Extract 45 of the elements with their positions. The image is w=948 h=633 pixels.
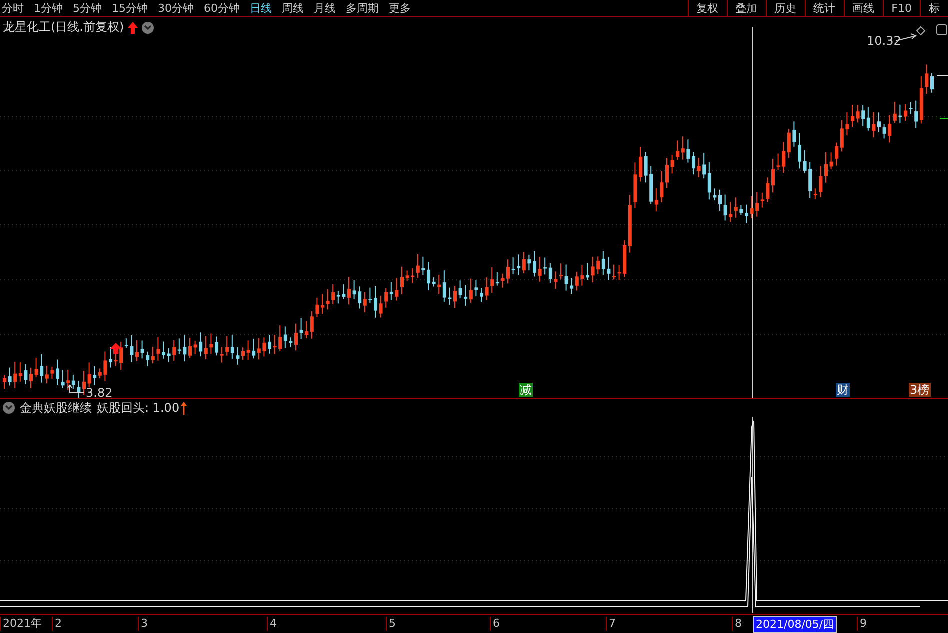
panel-toggle-icon[interactable] [936, 24, 948, 36]
period-tab[interactable]: 更多 [389, 0, 411, 16]
up-arrow-icon [110, 343, 122, 354]
axis-label: 9 [857, 617, 867, 631]
event-marker[interactable]: 减 [519, 383, 533, 397]
toolbar-button[interactable]: 统计 [804, 0, 844, 16]
event-marker[interactable]: 财 [836, 383, 850, 397]
period-tab[interactable]: 60分钟 [204, 0, 240, 16]
toolbar-button[interactable]: 画线 [844, 0, 883, 16]
toolbar-button[interactable]: F10 [882, 0, 920, 16]
period-tab[interactable]: 周线 [282, 0, 304, 16]
axis-label: 3 [138, 617, 148, 631]
high-price-label: 10.32 [867, 34, 902, 48]
toolbar-button[interactable]: 标 [920, 0, 948, 16]
up-arrow-icon [128, 22, 138, 34]
toolbar-button[interactable]: 复权 [688, 0, 727, 16]
period-tab[interactable]: 多周期 [346, 0, 379, 16]
dropdown-icon[interactable] [142, 22, 154, 34]
leader-line [68, 384, 84, 394]
indicator-reading: 妖股回头: 1.00 [97, 400, 180, 416]
toolbar-button[interactable]: 叠加 [726, 0, 766, 16]
cursor-date-label: 2021/08/05/四 [753, 616, 838, 633]
period-tab[interactable]: 月线 [314, 0, 336, 16]
toolbar-button[interactable]: 历史 [766, 0, 805, 16]
axis-label: 2021年 [0, 617, 42, 631]
price-tick [940, 118, 948, 120]
indicator-name: 金典妖股继续 [20, 400, 92, 416]
period-tab[interactable]: 5分钟 [73, 0, 102, 16]
axis-label: 8 [732, 617, 742, 631]
chart-title: 龙星化工(日线.前复权) [3, 19, 124, 36]
period-tab[interactable]: 30分钟 [158, 0, 194, 16]
dropdown-icon[interactable] [3, 402, 15, 414]
up-arrow-icon [180, 402, 187, 414]
period-tab[interactable]: 1分钟 [34, 0, 63, 16]
low-price-label: 3.82 [86, 386, 113, 398]
axis-label: 4 [267, 617, 277, 631]
axis-label: 6 [490, 617, 500, 631]
period-tab[interactable]: 日线 [250, 0, 272, 16]
axis-label: 5 [386, 617, 396, 631]
diamond-icon [916, 26, 926, 36]
event-marker[interactable]: 3榜 [909, 383, 931, 397]
axis-label: 7 [606, 617, 616, 631]
axis-label: 2 [52, 617, 62, 631]
period-tab[interactable]: 15分钟 [112, 0, 148, 16]
period-tab[interactable]: 分时 [2, 0, 24, 16]
